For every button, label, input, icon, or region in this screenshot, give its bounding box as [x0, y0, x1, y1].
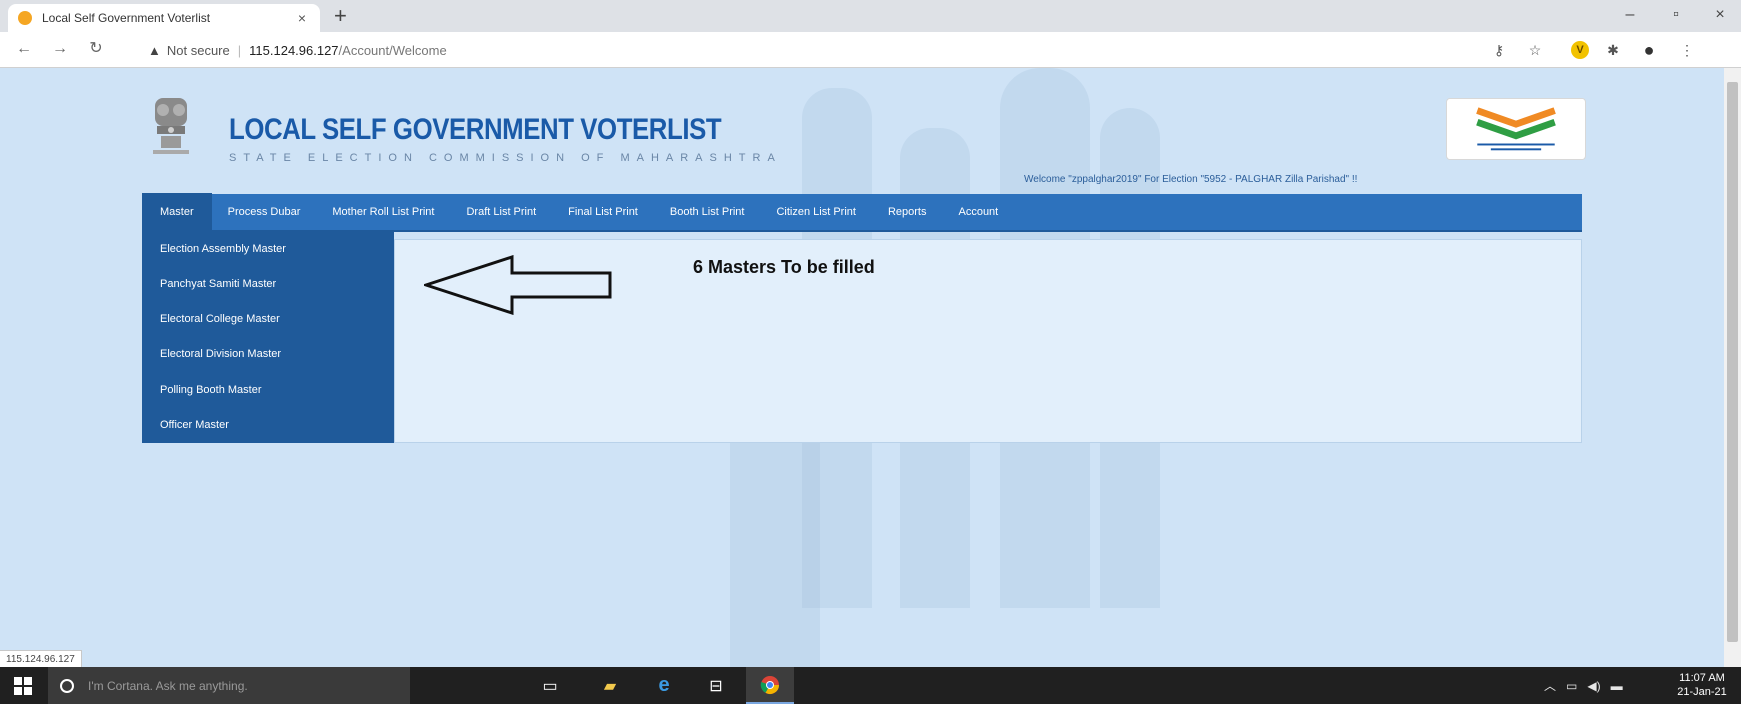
key-icon[interactable]: ⚷ [1488, 39, 1510, 61]
menu-final-list-print[interactable]: Final List Print [552, 193, 654, 231]
menu-master[interactable]: Master [142, 193, 212, 231]
menu-account[interactable]: Account [942, 193, 1014, 231]
not-secure-label[interactable]: Not secure [167, 43, 230, 58]
page-viewport: LOCAL SELF GOVERNMENT VOTERLIST STATE EL… [0, 68, 1741, 667]
menu-booth-list-print[interactable]: Booth List Print [654, 193, 761, 231]
browser-tab-strip: Local Self Government Voterlist × + – ▫ … [0, 0, 1741, 32]
windows-start-icon[interactable] [14, 677, 32, 695]
url-path[interactable]: /Account/Welcome [339, 43, 447, 58]
separator: | [237, 42, 242, 58]
state-emblem-icon [153, 98, 189, 154]
notification-icon[interactable]: ▬ [1611, 679, 1623, 693]
dropdown-item-election-assembly-master[interactable]: Election Assembly Master [142, 232, 394, 267]
menu-mother-roll-list-print[interactable]: Mother Roll List Print [316, 193, 450, 231]
system-tray: ︿ ▭ ◀) ▬ [1544, 667, 1623, 704]
scrollbar-thumb[interactable] [1727, 82, 1738, 642]
site-favicon-icon [18, 11, 32, 25]
minimize-button[interactable]: – [1610, 4, 1650, 26]
site-title: LOCAL SELF GOVERNMENT VOTERLIST [229, 113, 722, 146]
tab-close-icon[interactable]: × [294, 10, 310, 26]
puzzle-icon[interactable]: ✱ [1602, 39, 1624, 61]
reload-icon[interactable]: ↻ [84, 39, 108, 59]
restore-button[interactable]: ▫ [1656, 4, 1696, 26]
warning-icon[interactable]: ▲ [148, 43, 161, 58]
dropdown-item-electoral-division-master[interactable]: Electoral Division Master [142, 337, 394, 372]
new-tab-button[interactable]: + [334, 4, 347, 28]
annotation-text: 6 Masters To be filled [693, 257, 875, 277]
left-arrow-icon [424, 255, 612, 315]
cortana-search-box[interactable]: I'm Cortana. Ask me anything. [48, 667, 410, 704]
dropdown-item-polling-booth-master[interactable]: Polling Booth Master [142, 373, 394, 408]
store-icon[interactable]: ⊟ [692, 667, 740, 704]
cortana-icon [60, 678, 74, 693]
sec-logo-icon [1446, 98, 1586, 160]
extension-v-icon[interactable]: V [1571, 41, 1589, 59]
cortana-placeholder: I'm Cortana. Ask me anything. [88, 678, 248, 693]
menu-dots-icon[interactable]: ⋮ [1676, 39, 1698, 61]
welcome-message: Welcome "zppalghar2019" For Election "59… [1024, 174, 1358, 185]
chevron-up-icon[interactable]: ︿ [1544, 677, 1556, 694]
menu-process-dubar[interactable]: Process Dubar [212, 193, 317, 231]
clock-date: 21-Jan-21 [1677, 686, 1727, 698]
dropdown-item-officer-master[interactable]: Officer Master [142, 408, 394, 443]
url-host[interactable]: 115.124.96.127 [249, 43, 338, 58]
site-subtitle: STATE ELECTION COMMISSION OF MAHARASHTRA [229, 152, 782, 164]
dropdown-item-electoral-college-master[interactable]: Electoral College Master [142, 302, 394, 337]
address-bar[interactable]: ▲ Not secure | 115.124.96.127 /Account/W… [148, 37, 1448, 63]
browser-tab[interactable]: Local Self Government Voterlist × [8, 4, 320, 32]
main-menu-bar: Master Process Dubar Mother Roll List Pr… [142, 193, 1582, 232]
tab-title: Local Self Government Voterlist [42, 11, 211, 25]
network-icon[interactable]: ▭ [1566, 679, 1577, 693]
menu-draft-list-print[interactable]: Draft List Print [450, 193, 552, 231]
status-bar-url: 115.124.96.127 [0, 650, 82, 667]
menu-reports[interactable]: Reports [872, 193, 943, 231]
clock-time: 11:07 AM [1679, 672, 1725, 684]
close-window-button[interactable]: × [1700, 4, 1740, 26]
back-icon[interactable]: ← [12, 39, 36, 59]
volume-icon[interactable]: ◀) [1587, 679, 1600, 693]
taskbar-clock[interactable]: 11:07 AM 21-Jan-21 [1670, 671, 1734, 699]
task-view-icon[interactable]: ▭ [526, 667, 574, 704]
windows-taskbar: I'm Cortana. Ask me anything. ▭ ▰ e ⊟ ︿ … [0, 667, 1741, 704]
profile-icon[interactable]: ● [1638, 39, 1660, 61]
edge-icon[interactable]: e [640, 667, 688, 704]
forward-icon[interactable]: → [48, 39, 72, 59]
file-explorer-icon[interactable]: ▰ [586, 667, 634, 704]
star-icon[interactable]: ☆ [1524, 39, 1546, 61]
chrome-logo-icon [760, 675, 779, 694]
page-scrollbar[interactable] [1724, 68, 1741, 667]
dropdown-item-panchyat-samiti-master[interactable]: Panchyat Samiti Master [142, 267, 394, 302]
browser-toolbar: ← → ↻ ▲ Not secure | 115.124.96.127 /Acc… [0, 32, 1741, 68]
master-dropdown-menu: Election Assembly Master Panchyat Samiti… [142, 232, 394, 443]
chrome-icon[interactable] [746, 667, 794, 704]
menu-citizen-list-print[interactable]: Citizen List Print [760, 193, 871, 231]
